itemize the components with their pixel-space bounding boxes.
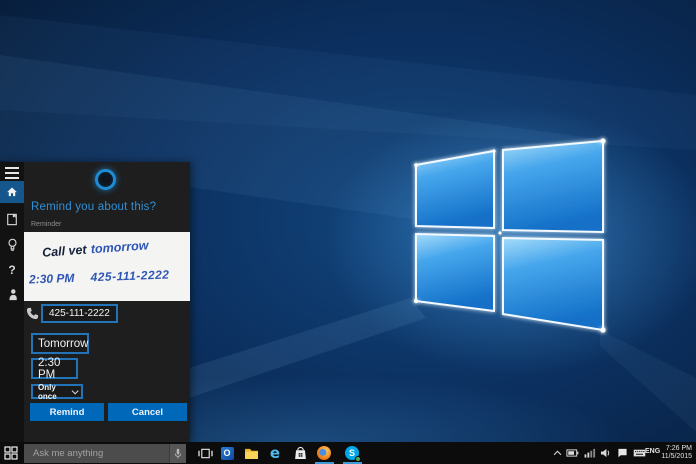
skype-glyph: S — [349, 448, 355, 458]
microphone-icon — [174, 448, 182, 460]
reminder-time-field[interactable]: 2:30 PM — [31, 358, 78, 379]
reminder-type-label: Reminder — [31, 221, 61, 228]
tray-network[interactable] — [583, 447, 596, 459]
cortana-nav-feedback[interactable] — [0, 283, 24, 305]
remind-button[interactable]: Remind — [30, 403, 104, 421]
skype-icon: S — [345, 446, 359, 460]
handwritten-note-card: Call vet tomorrow 2:30 PM 425-111-2222 — [24, 232, 190, 301]
tray-battery[interactable] — [566, 447, 579, 459]
cortana-nav-help[interactable]: ? — [0, 259, 24, 281]
phone-field-value: 425-111-2222 — [49, 308, 110, 319]
tray-action-center[interactable] — [616, 447, 629, 459]
reminder-phone-field[interactable]: 425-111-2222 — [41, 304, 118, 323]
chevron-down-icon — [72, 387, 79, 394]
taskbar-app-outlook[interactable]: O — [219, 445, 235, 461]
firefox-icon — [317, 446, 331, 460]
hamburger-menu-icon[interactable] — [5, 167, 19, 179]
question-mark-icon: ? — [8, 263, 15, 277]
cortana-nav-home[interactable] — [0, 181, 24, 203]
edge-icon: e — [270, 444, 280, 462]
tray-expand-button[interactable] — [551, 447, 564, 459]
ink-text-tomorrow: tomorrow — [90, 238, 148, 256]
outlook-glyph: O — [223, 448, 230, 458]
speaker-icon — [600, 448, 611, 458]
taskbar-app-edge[interactable]: e — [267, 445, 283, 461]
outlook-icon: O — [221, 447, 234, 460]
taskbar-clock[interactable]: 7:26 PM 11/5/2015 — [658, 445, 692, 461]
cortana-panel: ? Remind you about this? Reminder Call v… — [0, 162, 190, 442]
chevron-up-icon — [553, 450, 562, 456]
phone-icon — [26, 307, 39, 320]
battery-icon — [566, 449, 579, 457]
taskbar-app-skype[interactable]: S — [344, 445, 360, 461]
cortana-nav-notebook[interactable] — [0, 208, 24, 230]
taskbar-app-firefox[interactable] — [316, 445, 332, 461]
store-icon — [294, 446, 307, 460]
task-view-button[interactable] — [197, 445, 213, 461]
file-explorer-icon — [244, 447, 259, 459]
cortana-nav-rail: ? — [0, 162, 24, 442]
cortana-search-box[interactable]: Ask me anything — [24, 444, 186, 463]
taskbar-app-file-explorer[interactable] — [243, 445, 259, 461]
date-field-value: Tomorrow — [38, 338, 88, 350]
tray-volume[interactable] — [599, 447, 612, 459]
taskbar: Ask me anything O — [0, 442, 696, 464]
recurrence-dropdown[interactable]: Only once — [31, 384, 83, 399]
taskbar-app-store[interactable] — [292, 445, 308, 461]
ink-text-time: 2:30 PM — [29, 271, 75, 287]
microphone-button[interactable] — [169, 444, 186, 463]
ink-note-line2: 2:30 PM 425-111-2222 — [29, 268, 170, 287]
search-placeholder: Ask me anything — [33, 448, 103, 459]
ink-text-phone: 425-111-2222 — [90, 268, 169, 285]
lightbulb-icon — [7, 238, 18, 252]
recurrence-value: Only once — [38, 383, 72, 401]
cortana-logo-icon — [95, 169, 116, 190]
cancel-button[interactable]: Cancel — [108, 403, 187, 421]
feedback-person-icon — [6, 288, 18, 301]
windows-logo-icon — [4, 446, 18, 460]
ink-text-call-vet: Call vet — [42, 243, 87, 260]
network-signal-icon — [584, 448, 596, 458]
cortana-greeting: Remind you about this? — [31, 201, 156, 213]
task-view-icon — [198, 447, 213, 460]
notebook-icon — [6, 213, 18, 226]
windows-desktop: ? Remind you about this? Reminder Call v… — [0, 0, 696, 464]
clock-time: 7:26 PM — [658, 445, 692, 453]
action-center-icon — [617, 448, 628, 458]
start-button[interactable] — [4, 446, 18, 460]
clock-date: 11/5/2015 — [658, 453, 692, 461]
cortana-nav-reminders[interactable] — [0, 234, 24, 256]
reminder-date-field[interactable]: Tomorrow — [31, 333, 89, 354]
cortana-content: Remind you about this? Reminder Call vet… — [24, 162, 190, 442]
home-icon — [6, 186, 18, 198]
ink-note-line1: Call vet tomorrow — [42, 237, 149, 259]
time-field-value: 2:30 PM — [38, 357, 76, 381]
